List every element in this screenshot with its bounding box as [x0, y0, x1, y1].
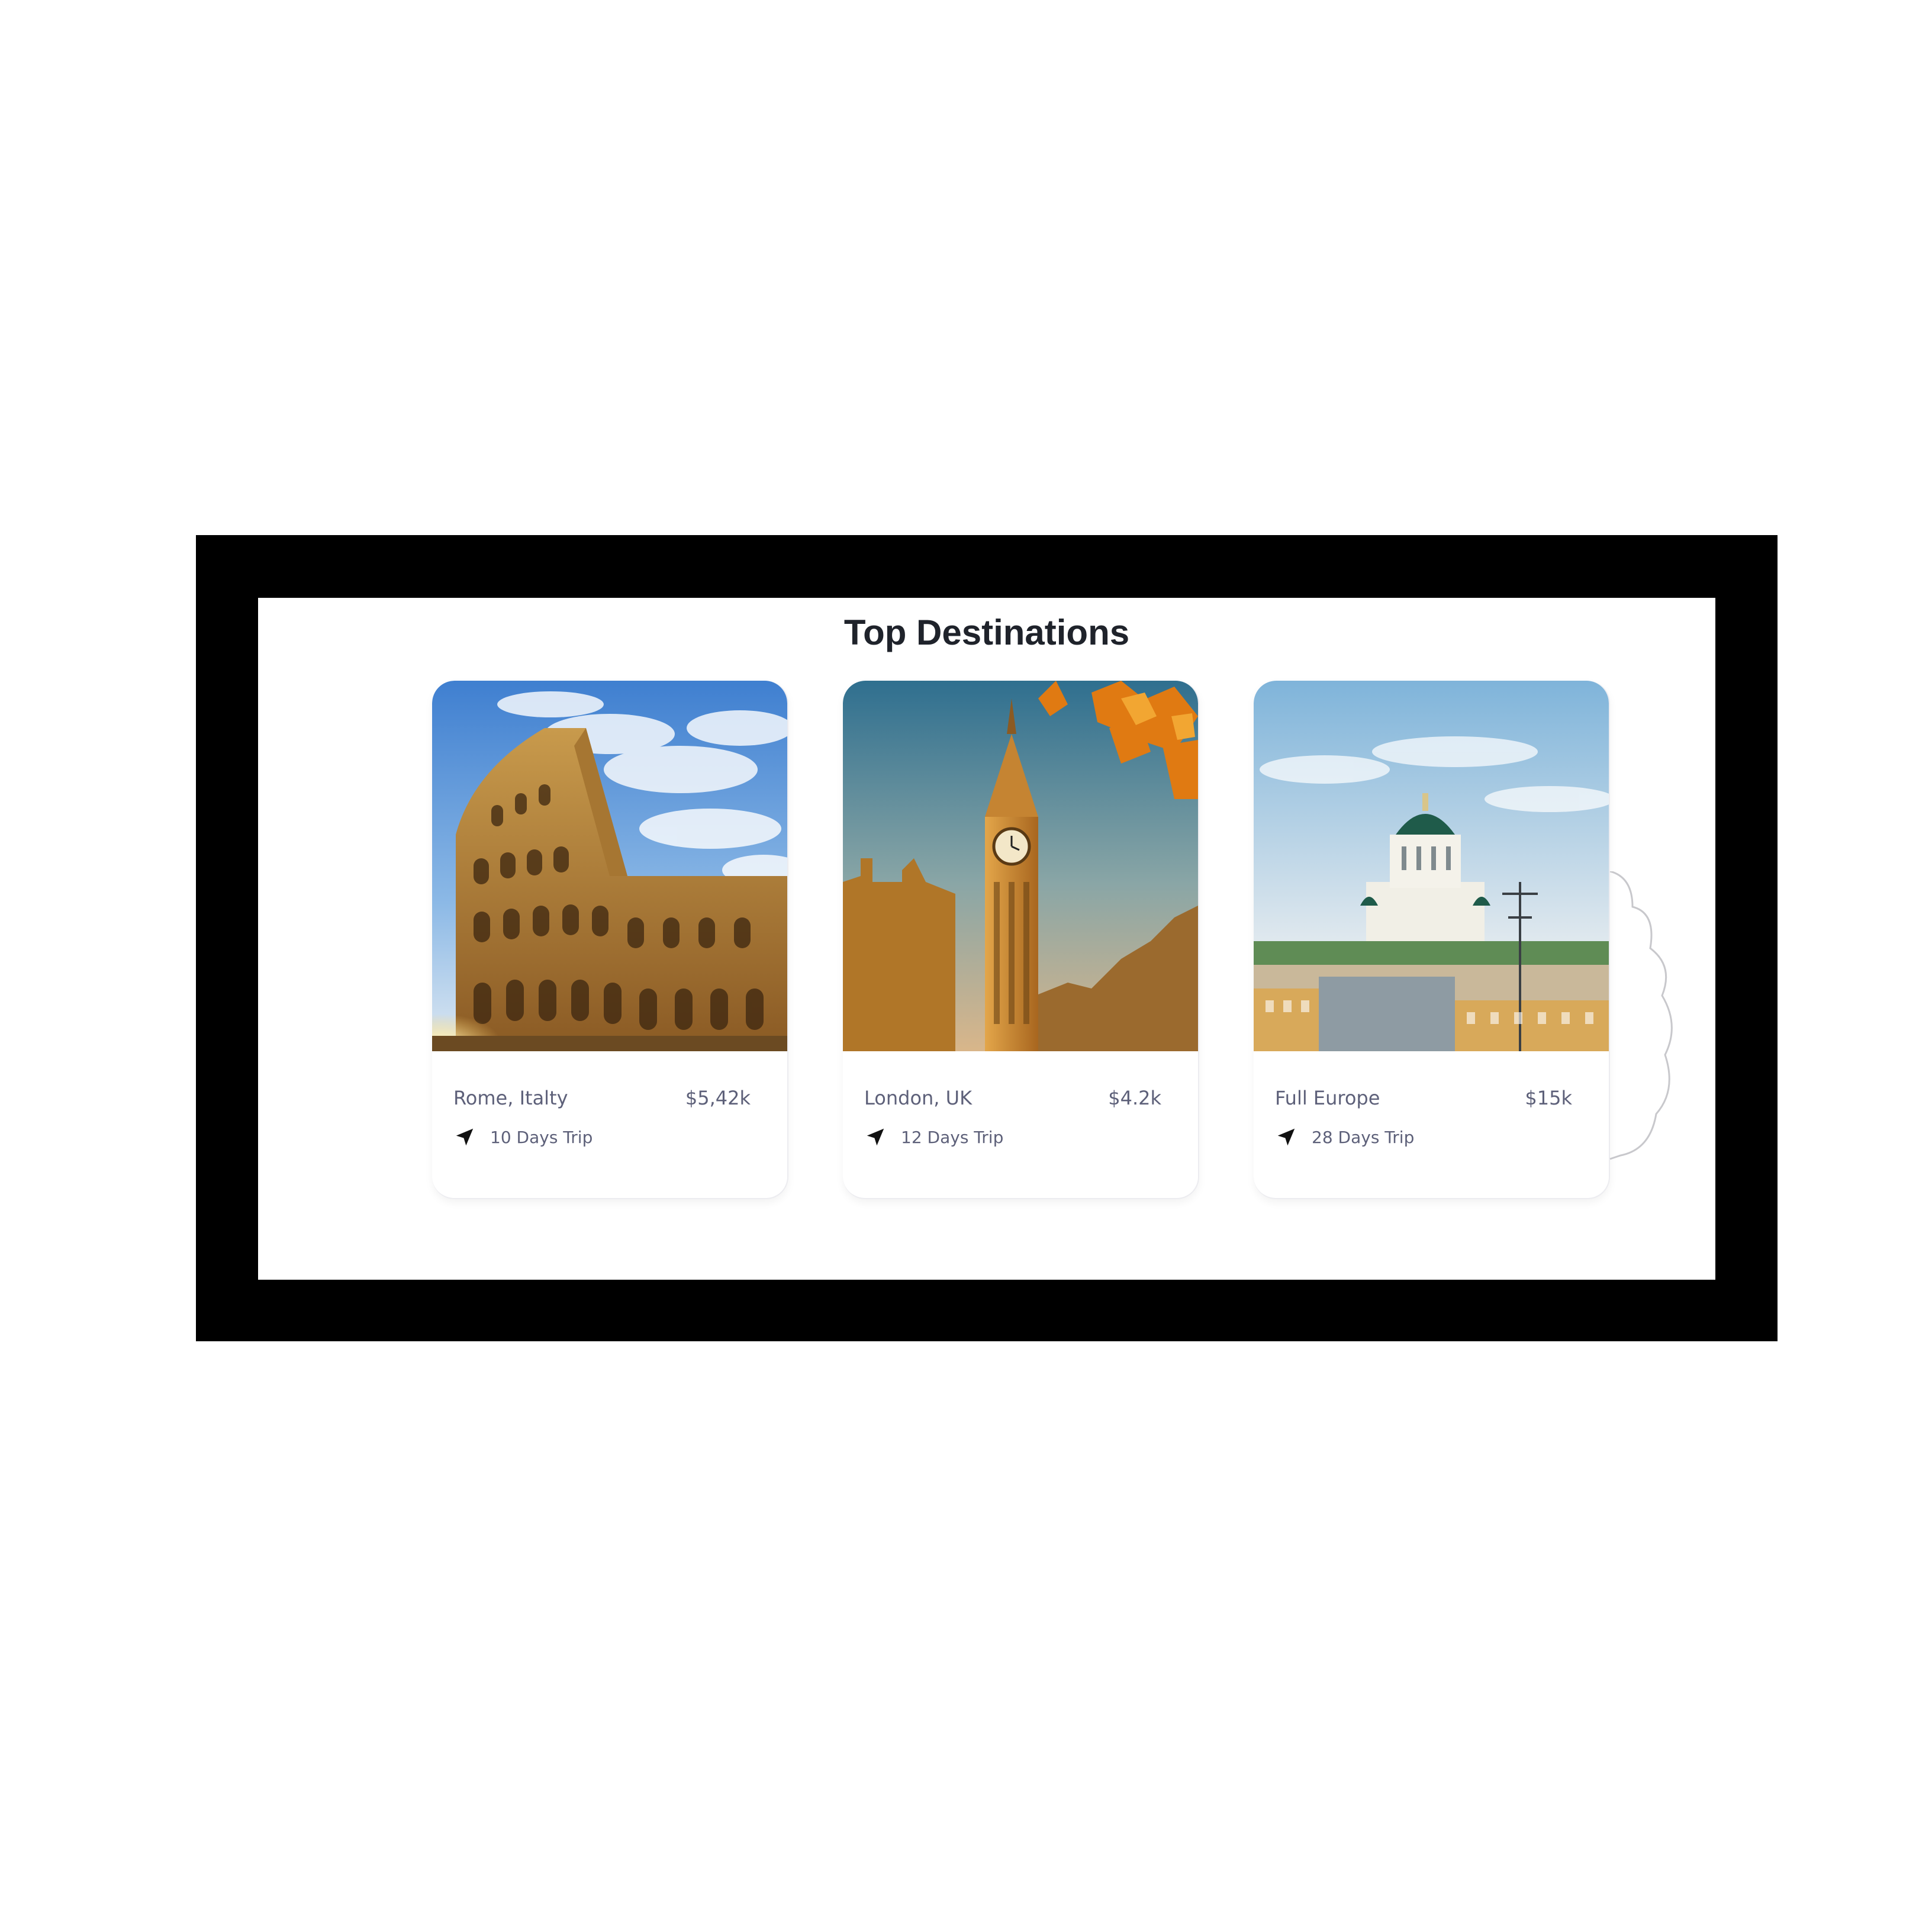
destination-card-full-europe[interactable]: Full Europe $15k 28 Days Trip: [1254, 681, 1610, 1199]
trip-duration: 10 Days Trip: [453, 1126, 593, 1148]
destination-price: $5,42k: [685, 1087, 751, 1109]
navigation-arrow-icon: [867, 1128, 884, 1146]
destination-price: $15k: [1525, 1087, 1572, 1109]
trip-duration-label: 10 Days Trip: [490, 1127, 593, 1147]
destination-name: Rome, Italty: [453, 1087, 568, 1109]
colosseum-image: [432, 681, 787, 1051]
navigation-arrow-icon: [1277, 1128, 1295, 1146]
destination-name: Full Europe: [1275, 1087, 1380, 1109]
destination-price: $4.2k: [1108, 1087, 1161, 1109]
trip-duration: 12 Days Trip: [864, 1126, 1003, 1148]
trip-duration: 28 Days Trip: [1275, 1126, 1414, 1148]
navigation-arrow-icon: [456, 1128, 474, 1146]
destination-name: London, UK: [864, 1087, 973, 1109]
helsinki-cathedral-image: [1254, 681, 1609, 1051]
big-ben-image: [843, 681, 1198, 1051]
section-title: Top Destinations: [843, 613, 1130, 652]
destination-card-rome[interactable]: Rome, Italty $5,42k 10 Days Trip: [432, 681, 788, 1199]
cloud-outline-decoration: [1609, 871, 1673, 1160]
destination-card-london[interactable]: London, UK $4.2k 12 Days Trip: [843, 681, 1199, 1199]
trip-duration-label: 12 Days Trip: [901, 1127, 1004, 1147]
trip-duration-label: 28 Days Trip: [1312, 1127, 1415, 1147]
destinations-section: Top Destinations Rome, Italty $5,42k 10 …: [258, 598, 1715, 1280]
